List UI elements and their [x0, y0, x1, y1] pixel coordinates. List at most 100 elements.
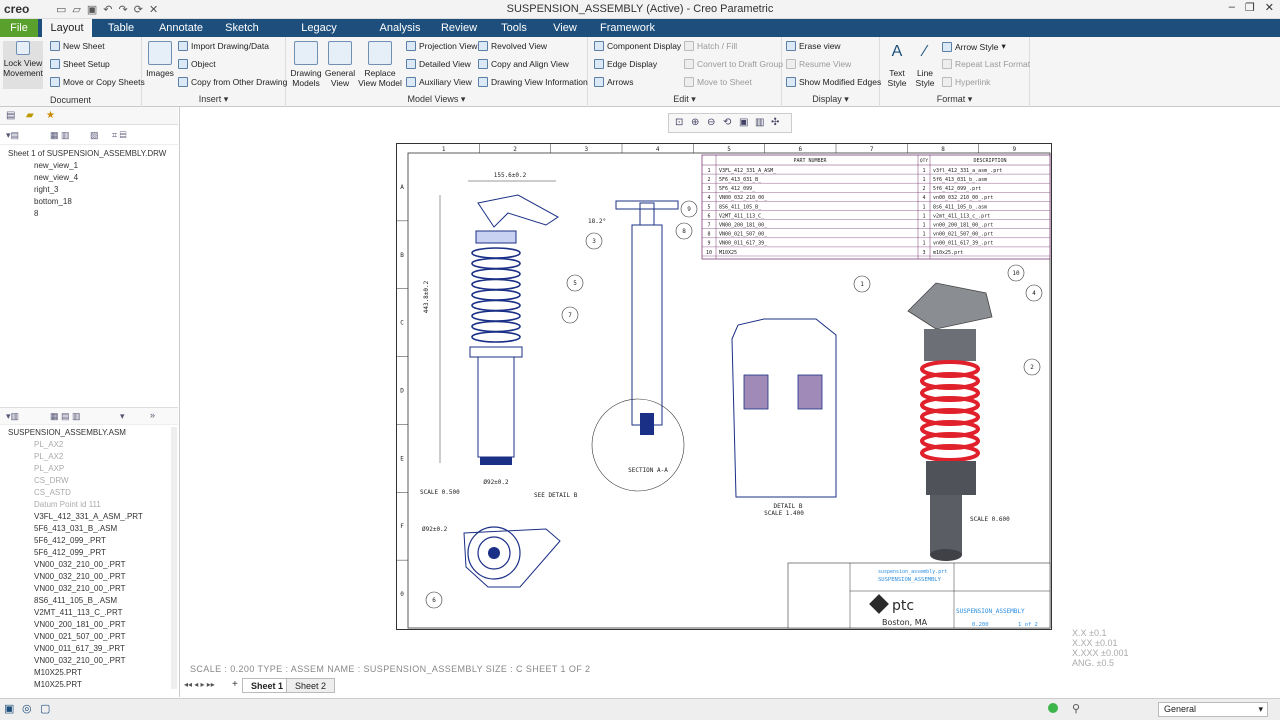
tree-item[interactable]: Datum Point id 111 [0, 499, 178, 511]
tree-item[interactable]: right_3 [0, 184, 178, 196]
refit-icon[interactable]: ⊡ [675, 117, 683, 128]
selection-filter-select[interactable]: General ▾ [1158, 702, 1268, 717]
tab-analysis[interactable]: Analysis [378, 19, 422, 37]
tree-item[interactable]: M10X25.PRT [0, 679, 178, 691]
tree-item[interactable]: 8S6_411_105_B_.ASM [0, 595, 178, 607]
tree-root[interactable]: SUSPENSION_ASSEMBLY.ASM [0, 427, 178, 439]
tree-item[interactable]: 8 [0, 208, 178, 220]
new-sheet-button[interactable]: New Sheet [50, 41, 105, 51]
tree-item[interactable]: Sheet 1 of SUSPENSION_ASSEMBLY.DRW [0, 148, 178, 160]
repaint-icon[interactable]: ⟲ [723, 117, 731, 128]
model-tree-filter-icon[interactable]: ▾ [120, 411, 125, 422]
width-dimension[interactable]: 155.6±0.2 [494, 172, 527, 179]
edge-display-button[interactable]: Edge Display [594, 59, 657, 69]
drawing-view-info-button[interactable]: Drawing View Information [478, 77, 588, 87]
tab-file[interactable]: File [0, 19, 38, 37]
tree-item[interactable]: VN00_032_210_00_.PRT [0, 655, 178, 667]
fullscreen-icon[interactable]: ▢ [40, 702, 50, 715]
tree-item[interactable]: PL_AXP [0, 463, 178, 475]
tree-item[interactable]: VN00_032_210_00_.PRT [0, 571, 178, 583]
sheet-tab-2[interactable]: Sheet 2 [286, 678, 336, 693]
images-button[interactable]: Images [146, 41, 174, 78]
tree-item[interactable]: 5F6_412_099_.PRT [0, 547, 178, 559]
projection-view-button[interactable]: Projection View [406, 41, 477, 51]
tab-sketch[interactable]: Sketch [222, 19, 262, 37]
tree-item[interactable]: 5F6_412_099_.PRT [0, 535, 178, 547]
convert-draft-group-button[interactable]: Convert to Draft Group [684, 59, 783, 69]
arrows-button[interactable]: Arrows [594, 77, 633, 87]
move-copy-sheets-button[interactable]: Move or Copy Sheets [50, 77, 145, 87]
model-tree-settings-icon[interactable]: ▦ ▤ ▥ [50, 411, 81, 422]
restore-icon[interactable]: ❐ [1245, 1, 1255, 14]
top-diameter-dimension[interactable]: Ø92±0.2 [422, 526, 448, 533]
selection-filter-icon[interactable]: ⚲ [1072, 702, 1080, 715]
tree-item[interactable]: VN00_032_210_00_.PRT [0, 583, 178, 595]
drawing-models-button[interactable]: Drawing Models [290, 41, 322, 88]
edit-dropdown[interactable]: Edit ▾ [588, 94, 781, 105]
sheet-setup-button[interactable]: Sheet Setup [50, 59, 110, 69]
tree-item[interactable]: new_view_1 [0, 160, 178, 172]
revolved-view-button[interactable]: Revolved View [478, 41, 547, 51]
object-button[interactable]: Object [178, 59, 216, 69]
tree-item[interactable]: new_view_4 [0, 172, 178, 184]
repeat-format-button[interactable]: Repeat Last Format [942, 59, 1030, 69]
text-style-button[interactable]: A Text Style [884, 41, 910, 88]
datum-display-icon[interactable]: ▥ [755, 117, 764, 128]
tree-item[interactable]: V3FL_412_331_A_ASM_.PRT [0, 511, 178, 523]
arrow-style-button[interactable]: Arrow Style ▾ [942, 41, 1006, 52]
import-drawing-button[interactable]: Import Drawing/Data [178, 41, 269, 51]
browser-toggle-icon[interactable]: ◎ [22, 702, 32, 715]
bottom-dimension[interactable]: Ø92±0.2 [483, 479, 509, 486]
resume-view-button[interactable]: Resume View [786, 59, 851, 69]
format-dropdown[interactable]: Format ▾ [880, 94, 1029, 105]
tree-item[interactable]: V2MT_411_113_C_.PRT [0, 607, 178, 619]
minimize-icon[interactable]: – [1229, 1, 1235, 14]
tree-item[interactable]: M10X25.PRT [0, 667, 178, 679]
tree-item[interactable]: VN00_032_210_00_.PRT [0, 559, 178, 571]
hatch-fill-button[interactable]: Hatch / Fill [684, 41, 737, 51]
line-style-button[interactable]: ⁄ Line Style [912, 41, 938, 88]
favorites-icon[interactable]: ★ [46, 110, 55, 121]
erase-view-button[interactable]: Erase view [786, 41, 841, 51]
zoom-in-icon[interactable]: ⊕ [691, 117, 699, 128]
component-display-button[interactable]: Component Display [594, 41, 681, 51]
angle-dimension[interactable]: 18.2° [588, 218, 606, 225]
tab-layout[interactable]: Layout [42, 19, 92, 37]
model-tree-scrollbar[interactable] [171, 427, 177, 689]
tree-columns-icon[interactable]: ▦ ▥ [50, 130, 70, 141]
height-dimension[interactable]: 443.8±0.2 [423, 280, 430, 313]
detailed-view-button[interactable]: Detailed View [406, 59, 471, 69]
display-dropdown[interactable]: Display ▾ [782, 94, 879, 105]
copy-from-drawing-button[interactable]: Copy from Other Drawing [178, 77, 287, 87]
hyperlink-button[interactable]: Hyperlink [942, 77, 990, 87]
tree-item[interactable]: bottom_18 [0, 196, 178, 208]
zoom-out-icon[interactable]: ⊖ [707, 117, 715, 128]
sheet-tab-1[interactable]: Sheet 1 [242, 678, 293, 693]
insert-group-dropdown[interactable]: Insert ▾ [142, 94, 285, 105]
regeneration-status-icon[interactable] [1048, 703, 1058, 713]
sheet-nav-arrows[interactable]: ◂◂ ◂ ▸ ▸▸ [184, 680, 215, 689]
folder-icon[interactable]: ▰ [26, 110, 34, 121]
annotation-display-icon[interactable]: ✣ [771, 117, 779, 128]
tree-expand-icon[interactable]: ⌗ ▤ [112, 130, 126, 141]
tab-legacy-migration[interactable]: Legacy Migration [278, 19, 360, 52]
tree-item[interactable]: PL_AX2 [0, 439, 178, 451]
tree-item[interactable]: CS_ASTD [0, 487, 178, 499]
tab-framework[interactable]: Framework [600, 19, 655, 37]
add-sheet-icon[interactable]: + [232, 679, 238, 690]
model-views-dropdown[interactable]: Model Views ▾ [286, 94, 587, 105]
drawing-sheet[interactable]: 1 2 3 4 5 6 7 8 9 A B C D E F 0 PART NUMBER QTY DESCRI… [396, 143, 1052, 630]
tree-item[interactable]: VN00_200_181_00_.PRT [0, 619, 178, 631]
move-to-sheet-button[interactable]: Move to Sheet [684, 77, 752, 87]
copy-align-view-button[interactable]: Copy and Align View [478, 59, 569, 69]
navigator-toggle-icon[interactable]: ▣ [4, 702, 14, 715]
general-view-button[interactable]: General View [324, 41, 356, 88]
expand-icon[interactable]: » [150, 410, 155, 420]
tree-item[interactable]: VN00_021_507_00_.PRT [0, 631, 178, 643]
close-icon[interactable]: ✕ [1265, 1, 1274, 14]
tree-settings-icon[interactable]: ▧ [90, 130, 99, 141]
tab-view[interactable]: View [550, 19, 580, 37]
show-modified-edges-button[interactable]: Show Modified Edges [786, 77, 881, 87]
model-tree-icon[interactable]: ▾▥ [6, 411, 19, 422]
tree-item[interactable]: CS_DRW [0, 475, 178, 487]
